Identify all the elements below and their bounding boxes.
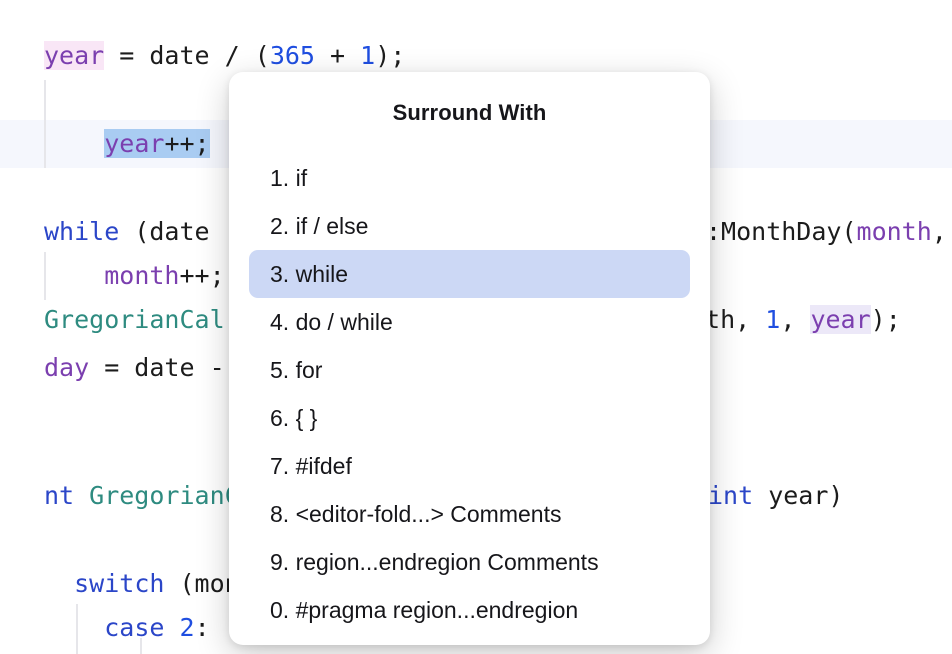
menu-item-number: 6. bbox=[270, 405, 296, 431]
menu-item-label: while bbox=[296, 261, 348, 287]
menu-item-number: 8. bbox=[270, 501, 296, 527]
menu-item-ifdef[interactable]: 7. #ifdef bbox=[249, 442, 690, 490]
menu-item-number: 9. bbox=[270, 549, 296, 575]
code-token: = bbox=[104, 41, 149, 70]
menu-item-[interactable]: 6. { } bbox=[249, 394, 690, 442]
menu-item-if-else[interactable]: 2. if / else bbox=[249, 202, 690, 250]
code-token: year bbox=[44, 41, 104, 70]
code-token bbox=[44, 129, 104, 158]
menu-item-number: 0. bbox=[270, 597, 296, 623]
menu-item-if[interactable]: 1. if bbox=[249, 154, 690, 202]
menu-item-label: { } bbox=[296, 405, 318, 431]
menu-item-for[interactable]: 5. for bbox=[249, 346, 690, 394]
code-token: case bbox=[104, 613, 164, 642]
menu-item-label: region...endregion Comments bbox=[296, 549, 599, 575]
menu-item-label: <editor-fold...> Comments bbox=[296, 501, 562, 527]
code-token: switch bbox=[74, 569, 164, 598]
code-token: nt bbox=[44, 481, 89, 510]
code-token: month bbox=[104, 261, 179, 290]
menu-item-label: do / while bbox=[296, 309, 393, 335]
menu-item-number: 7. bbox=[270, 453, 296, 479]
code-token bbox=[44, 569, 74, 598]
code-token: year) bbox=[753, 481, 843, 510]
code-token: ); bbox=[375, 41, 405, 70]
code-token: int bbox=[708, 481, 753, 510]
code-token: 2 bbox=[180, 613, 195, 642]
code-token bbox=[164, 613, 179, 642]
menu-item-label: for bbox=[296, 357, 323, 383]
code-token: : bbox=[195, 613, 210, 642]
menu-item-number: 2. bbox=[270, 213, 296, 239]
code-line-fragment[interactable]: nth, 1, year); bbox=[690, 296, 901, 344]
surround-with-popup[interactable]: Surround With 1. if2. if / else3. while4… bbox=[229, 72, 710, 645]
menu-item-number: 4. bbox=[270, 309, 296, 335]
menu-item-label: #ifdef bbox=[296, 453, 352, 479]
menu-item-label: if bbox=[296, 165, 308, 191]
menu-item-editor-fold-comments[interactable]: 8. <editor-fold...> Comments bbox=[249, 490, 690, 538]
code-token: 365 bbox=[270, 41, 315, 70]
code-token: (date bbox=[119, 217, 224, 246]
code-token: 1 bbox=[765, 305, 780, 334]
menu-item-number: 1. bbox=[270, 165, 296, 191]
code-token: ++; bbox=[179, 261, 224, 290]
code-line-fragment[interactable]: :MonthDay(month, bbox=[706, 208, 947, 256]
code-token: while bbox=[44, 217, 119, 246]
menu-item-number: 3. bbox=[270, 261, 296, 287]
code-token: day bbox=[44, 353, 89, 382]
menu-item-region-endregion-comments[interactable]: 9. region...endregion Comments bbox=[249, 538, 690, 586]
code-token: / ( bbox=[210, 41, 270, 70]
menu-item-number: 5. bbox=[270, 357, 296, 383]
code-token: ); bbox=[871, 305, 901, 334]
code-token: year bbox=[810, 305, 870, 334]
code-token: GregorianCal bbox=[44, 305, 225, 334]
popup-title: Surround With bbox=[229, 100, 710, 126]
menu-item-pragma-region-endregion[interactable]: 0. #pragma region...endregion bbox=[249, 586, 690, 634]
surround-with-menu[interactable]: 1. if2. if / else3. while4. do / while5.… bbox=[229, 154, 710, 634]
menu-item-do-while[interactable]: 4. do / while bbox=[249, 298, 690, 346]
code-token: month bbox=[857, 217, 932, 246]
menu-item-label: #pragma region...endregion bbox=[296, 597, 579, 623]
code-token: = date - bbox=[89, 353, 224, 382]
code-token: 1 bbox=[360, 41, 375, 70]
code-token: , bbox=[780, 305, 810, 334]
menu-item-while[interactable]: 3. while bbox=[249, 250, 690, 298]
code-token: year bbox=[104, 129, 164, 158]
code-token: + bbox=[315, 41, 360, 70]
menu-item-label: if / else bbox=[296, 213, 369, 239]
code-token bbox=[44, 613, 104, 642]
code-line-fragment[interactable]: int year) bbox=[708, 472, 843, 520]
code-token: ++; bbox=[164, 129, 209, 158]
code-token: , bbox=[932, 217, 947, 246]
code-token: :MonthDay( bbox=[706, 217, 857, 246]
code-token bbox=[44, 261, 104, 290]
code-token: date bbox=[149, 41, 209, 70]
